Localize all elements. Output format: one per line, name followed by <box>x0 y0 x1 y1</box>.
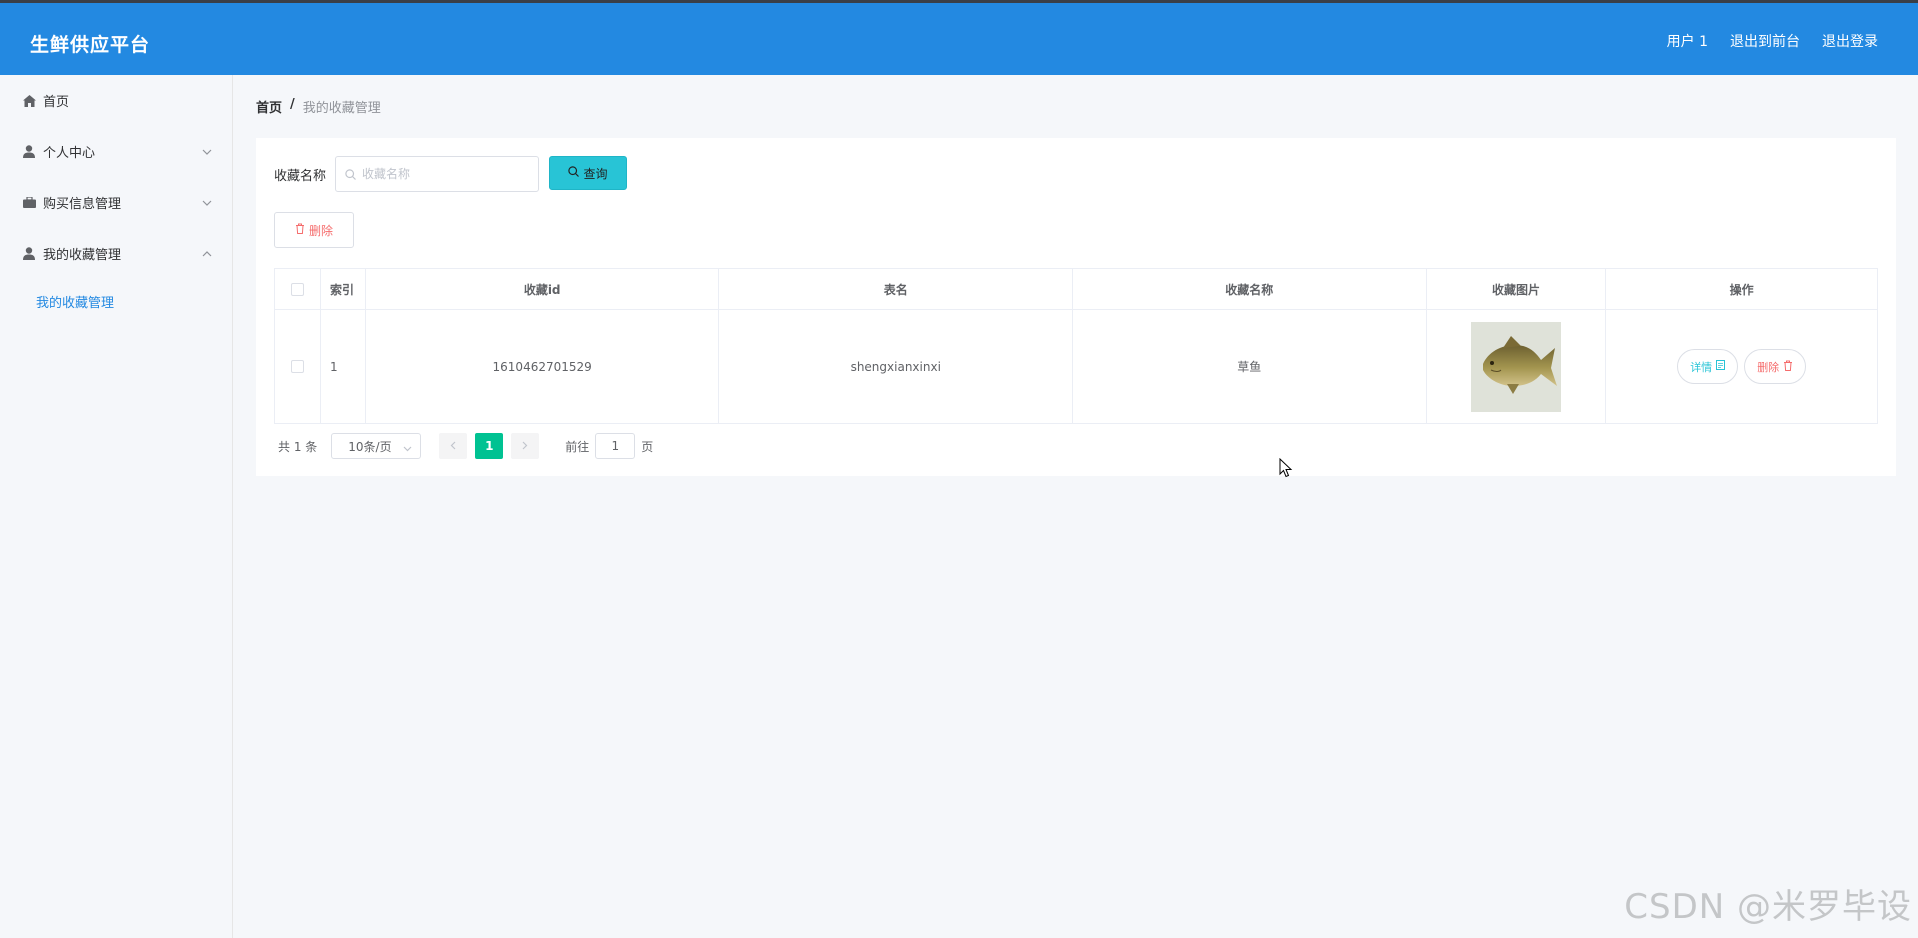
row-index: 1 <box>321 310 366 423</box>
select-all-checkbox[interactable] <box>290 282 304 296</box>
prev-page-button[interactable] <box>439 433 468 459</box>
breadcrumb-current: 我的收藏管理 <box>302 101 381 116</box>
sidebar-item-label: 购买信息管理 <box>43 197 122 212</box>
user-icon <box>22 247 36 261</box>
favorites-table: 索引 收藏id 表名 收藏名称 收藏图片 操作 1 1610462701529 … <box>274 268 1878 424</box>
header-actions: 操作 <box>1729 282 1754 297</box>
search-icon <box>345 165 356 184</box>
trash-icon <box>1783 360 1793 374</box>
watermark-text: CSDN @米罗毕设 <box>1624 887 1912 927</box>
chevron-left-icon <box>450 439 456 453</box>
app-logo-title: 生鲜供应平台 <box>30 34 151 56</box>
mouse-cursor-icon <box>1279 457 1293 482</box>
delete-label: 删除 <box>308 223 333 238</box>
page-size-select[interactable]: 10条/页 <box>331 433 422 459</box>
breadcrumb: 首页 / 我的收藏管理 <box>256 97 381 116</box>
next-page-button[interactable] <box>511 433 540 459</box>
row-select-cell <box>275 310 321 423</box>
pagination-total: 共 1 条 <box>278 439 318 454</box>
row-table-name: shengxianxinxi <box>719 310 1074 423</box>
chevron-down-icon <box>202 144 212 159</box>
header-index: 索引 <box>321 269 366 309</box>
sidebar-item-personal-center[interactable]: 个人中心 <box>0 126 232 177</box>
chevron-down-icon <box>202 195 212 210</box>
table-row: 1 1610462701529 shengxianxinxi 草鱼 详情 删除 <box>275 310 1877 423</box>
search-icon <box>568 166 580 180</box>
home-icon <box>22 94 36 108</box>
batch-delete-button[interactable]: 删除 <box>274 212 354 248</box>
search-field[interactable] <box>335 156 539 192</box>
sidebar: 首页 个人中心 购买信息管理 我的收藏管理 我的收藏管理 <box>0 75 233 938</box>
goto-page-input[interactable] <box>595 433 636 459</box>
breadcrumb-home[interactable]: 首页 <box>256 97 282 116</box>
trash-icon <box>295 223 305 237</box>
table-header-row: 索引 收藏id 表名 收藏名称 收藏图片 操作 <box>275 269 1877 310</box>
row-actions-cell: 详情 删除 <box>1606 310 1877 423</box>
search-label: 收藏名称 <box>274 169 327 184</box>
fish-image[interactable] <box>1470 321 1561 412</box>
back-to-front-link[interactable]: 退出到前台 <box>1730 31 1800 51</box>
goto-suffix: 页 <box>641 439 654 454</box>
content-card: 收藏名称 查询 删除 索引 收藏id 表名 收藏名称 收藏图片 操作 1 <box>256 138 1896 476</box>
sidebar-item-label: 首页 <box>43 95 70 110</box>
header-actions: 用户 1 退出到前台 退出登录 <box>1667 31 1878 51</box>
chevron-down-icon <box>403 441 412 455</box>
goto-page: 前往 页 <box>565 433 653 459</box>
header-image: 收藏图片 <box>1427 269 1607 309</box>
detail-label: 详情 <box>1690 360 1713 374</box>
sidebar-item-purchase-info[interactable]: 购买信息管理 <box>0 177 232 228</box>
header-select-all <box>275 269 321 309</box>
pagination: 共 1 条 10条/页 1 前往 页 <box>278 433 653 459</box>
sidebar-subitem-my-favorites[interactable]: 我的收藏管理 <box>0 279 232 323</box>
query-button[interactable]: 查询 <box>549 156 627 190</box>
row-image-cell <box>1427 310 1607 423</box>
page-size-value: 10条/页 <box>348 439 392 454</box>
page-number-active[interactable]: 1 <box>475 433 504 459</box>
header-id: 收藏id <box>366 269 720 309</box>
chevron-up-icon <box>202 246 212 261</box>
row-checkbox[interactable] <box>290 360 304 373</box>
search-input[interactable] <box>362 167 532 181</box>
breadcrumb-separator: / <box>290 97 295 112</box>
header-table-name: 表名 <box>719 269 1074 309</box>
detail-button[interactable]: 详情 <box>1677 349 1739 384</box>
briefcase-icon <box>22 196 36 210</box>
sidebar-item-home[interactable]: 首页 <box>0 75 232 126</box>
row-name: 草鱼 <box>1073 310 1427 423</box>
document-icon <box>1716 360 1726 373</box>
query-button-label: 查询 <box>583 166 608 181</box>
goto-label: 前往 <box>565 439 590 454</box>
top-header: 生鲜供应平台 用户 1 退出到前台 退出登录 <box>0 0 1918 75</box>
logout-link[interactable]: 退出登录 <box>1822 31 1878 51</box>
sidebar-item-label: 个人中心 <box>43 146 96 161</box>
sidebar-item-label: 我的收藏管理 <box>43 248 122 263</box>
user-icon <box>22 145 36 159</box>
sidebar-item-my-favorites[interactable]: 我的收藏管理 <box>0 228 232 279</box>
row-id: 1610462701529 <box>366 310 720 423</box>
row-delete-button[interactable]: 删除 <box>1744 349 1807 384</box>
user-name-link[interactable]: 用户 1 <box>1667 31 1708 51</box>
header-name: 收藏名称 <box>1073 269 1427 309</box>
row-delete-label: 删除 <box>1757 360 1780 374</box>
chevron-right-icon <box>522 439 528 453</box>
